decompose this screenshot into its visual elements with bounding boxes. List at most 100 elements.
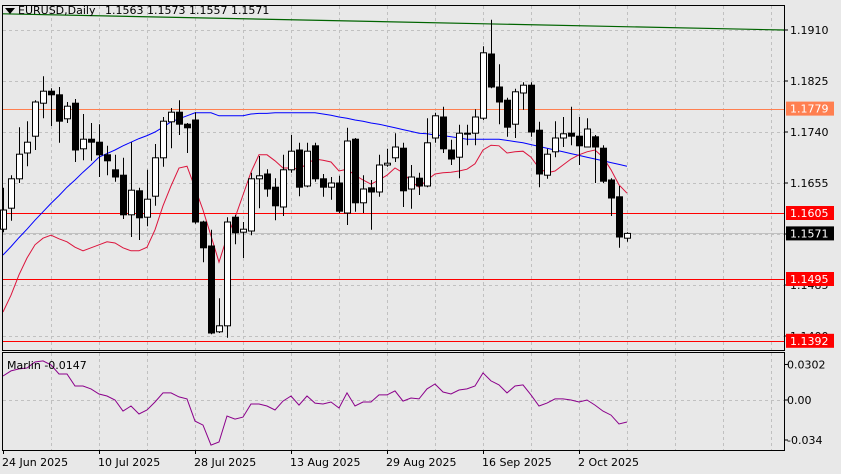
candle-bull	[360, 188, 367, 204]
candle-bull	[472, 116, 479, 134]
collapse-triangle-icon[interactable]	[5, 8, 15, 14]
candle-bear	[88, 138, 95, 143]
chart-title: EURUSD,Daily 1.1563 1.1573 1.1557 1.1571	[18, 4, 269, 17]
y-tick-label: 1.1910	[790, 24, 829, 37]
x-tick-label: 16 Sep 2025	[482, 456, 552, 469]
candle-bear	[48, 90, 55, 96]
candle-bear	[568, 132, 575, 137]
candle-bear	[72, 102, 79, 151]
candle-bull	[0, 209, 7, 230]
candle-bull	[384, 162, 391, 166]
x-tick-label: 28 Jul 2025	[194, 456, 256, 469]
x-tick-label: 2 Oct 2025	[578, 456, 639, 469]
level-badge-label: 1.1605	[790, 207, 829, 220]
price-chart[interactable]: 1.19101.18251.17401.16551.15701.14851.14…	[0, 0, 841, 474]
candle-bear	[208, 245, 215, 334]
candle-bull	[248, 178, 255, 232]
candle-bear	[232, 216, 239, 234]
candle-bull	[552, 137, 559, 153]
indicator-y-tick-label: 0.0302	[787, 358, 826, 371]
candle-bull	[240, 228, 247, 233]
candle-bear	[576, 135, 583, 147]
candle-bull	[432, 115, 439, 139]
y-tick-label: 1.1825	[790, 75, 829, 88]
candle-bull	[224, 221, 231, 327]
candle-bull	[344, 140, 351, 214]
candle-bull	[456, 132, 463, 158]
candle-bull	[168, 111, 175, 123]
candle-bear	[264, 173, 271, 190]
candle-bear	[536, 129, 543, 175]
candle-bull	[584, 128, 591, 148]
candle-bull	[520, 84, 527, 94]
candle-bear	[528, 84, 535, 133]
candle-bull	[424, 142, 431, 187]
candle-bear	[104, 154, 111, 162]
symbol-label: EURUSD,Daily	[18, 4, 96, 17]
candle-bear	[504, 99, 511, 128]
candle-bear	[320, 178, 327, 188]
date-axis[interactable]: 24 Jun 2025 10 Jul 2025 28 Jul 2025 13 Aug …	[2, 450, 639, 469]
candle-bear	[400, 147, 407, 192]
indicator-y-tick-label: 0.00	[787, 394, 812, 407]
x-tick-label: 24 Jun 2025	[2, 456, 68, 469]
candle-bear	[616, 196, 623, 238]
candle-bear	[496, 86, 503, 103]
candle-bear	[112, 169, 119, 178]
y-tick-label: 1.1740	[790, 126, 829, 139]
candle-bear	[488, 53, 495, 88]
candle-bull	[216, 325, 223, 333]
candle-bear	[592, 136, 599, 148]
candle-bear	[416, 177, 423, 187]
candle-bear	[176, 111, 183, 125]
indicator-y-tick-label: -0.034	[787, 434, 822, 447]
candle-bear	[448, 149, 455, 160]
candle-bull	[8, 178, 15, 209]
candle-bear	[600, 147, 607, 182]
candle-bull	[32, 101, 39, 137]
candle-bull	[392, 146, 399, 159]
candle-bear	[192, 119, 199, 223]
candle-bear	[56, 94, 63, 122]
level-badge-label: 1.1392	[790, 335, 829, 348]
level-badge-label: 1.1495	[790, 273, 829, 286]
candle-bull	[376, 164, 383, 193]
candle-bear	[352, 138, 359, 204]
candle-bear	[96, 141, 103, 156]
candle-bull	[24, 141, 31, 154]
price-axis[interactable]: 1.19101.18251.17401.16551.15701.14851.14…	[784, 24, 834, 447]
ohlc-label: 1.1563 1.1573 1.1557 1.1571	[104, 4, 270, 17]
candle-bull	[512, 91, 519, 125]
candle-bull	[16, 153, 23, 180]
candle-bull	[464, 132, 471, 135]
x-tick-label: 13 Aug 2025	[290, 456, 360, 469]
candle-bull	[288, 150, 295, 171]
candle-bull	[408, 176, 415, 190]
candle-bull	[40, 90, 47, 104]
indicator-title: Marlin -0.0147	[7, 359, 87, 372]
y-tick-label: 1.1655	[790, 177, 829, 190]
candle-bear	[368, 187, 375, 193]
candle-bull	[328, 182, 335, 188]
candle-bear	[440, 116, 447, 150]
x-tick-label: 10 Jul 2025	[98, 456, 160, 469]
candle-bear	[336, 182, 343, 212]
candle-bear	[296, 149, 303, 188]
candle-bear	[608, 179, 615, 199]
candle-bear	[312, 145, 319, 180]
current-price-label: 1.1571	[790, 227, 829, 240]
candle-bull	[152, 157, 159, 197]
candle-bull	[544, 153, 551, 176]
candle-bull	[480, 52, 487, 119]
candle-bear	[120, 174, 127, 216]
candle-bull	[304, 150, 311, 187]
candle-bull	[560, 133, 567, 139]
candle-bull	[144, 198, 151, 218]
candle-bull	[160, 120, 167, 159]
candle-bull	[80, 138, 87, 150]
candle-bear	[184, 123, 191, 129]
candle-bear	[136, 190, 143, 219]
candle-bull	[64, 105, 71, 120]
candle-bull	[280, 169, 287, 208]
indicator-panel-bg	[3, 353, 784, 450]
